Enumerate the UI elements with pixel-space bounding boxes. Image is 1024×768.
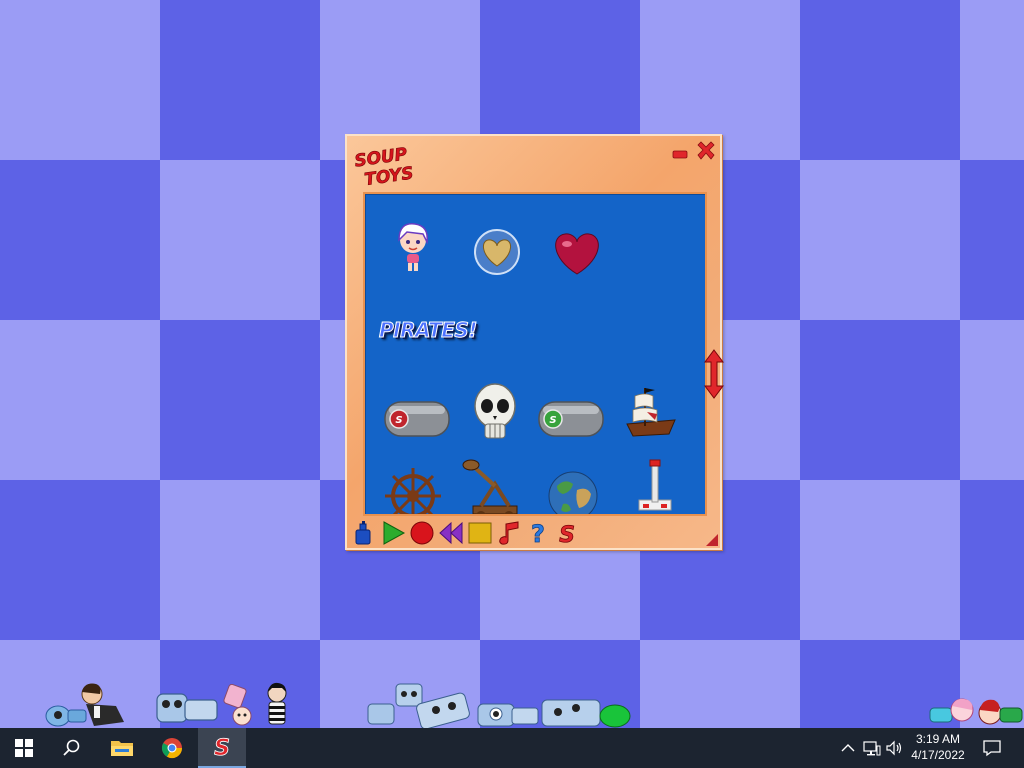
search-icon[interactable] (48, 728, 96, 768)
desktop-tile (800, 480, 960, 640)
soup-logo-icon[interactable]: S (554, 520, 580, 546)
robot-toy-lying-2[interactable] (540, 694, 602, 728)
volume-icon[interactable] (884, 738, 904, 758)
red-cannon-toy-icon[interactable]: S (373, 382, 453, 452)
rewind-icon[interactable] (438, 520, 464, 546)
desktop-tile (0, 320, 160, 480)
desktop-tile (0, 480, 160, 640)
desktop-tile (800, 160, 960, 320)
striped-shirt-boy-toy[interactable] (262, 682, 292, 728)
desktop-tile (160, 320, 320, 480)
toy-palette[interactable]: PIRATES! S S (363, 192, 707, 516)
svg-text:S: S (549, 415, 556, 426)
desktop-tile (160, 0, 320, 160)
red-heart-toy-icon[interactable] (537, 214, 617, 284)
network-icon[interactable] (862, 738, 882, 758)
resize-vertical-arrow[interactable] (703, 348, 725, 400)
soup-toys-app-icon[interactable]: S (198, 728, 246, 768)
file-explorer-icon[interactable] (98, 728, 146, 768)
desktop-tile (960, 480, 1024, 640)
desktop-tile (960, 320, 1024, 480)
robot-pile-toys[interactable] (366, 676, 476, 728)
close-button[interactable] (695, 140, 717, 162)
notification-icon[interactable] (982, 738, 1002, 758)
desktop-tile (640, 640, 800, 728)
clock-date: 4/17/2022 (911, 748, 965, 762)
girl-toy-icon[interactable] (377, 214, 457, 284)
desktop-tile (0, 0, 160, 160)
help-icon[interactable]: ? (525, 520, 551, 546)
desktop-tile (800, 0, 960, 160)
robot-toy-lying[interactable] (155, 686, 221, 728)
pink-doll-toy[interactable] (218, 684, 262, 728)
skull-toy-icon[interactable] (455, 378, 535, 448)
desktop-tile (960, 160, 1024, 320)
record-icon[interactable] (409, 520, 435, 546)
music-icon[interactable] (496, 520, 522, 546)
catapult-toy-icon[interactable] (455, 456, 535, 516)
desktop-tile (160, 160, 320, 320)
svg-text:S: S (559, 523, 575, 546)
play-icon[interactable] (380, 520, 406, 546)
desktop-tile (800, 320, 960, 480)
svg-text:S: S (395, 415, 402, 426)
clock-time: 3:19 AM (915, 732, 961, 746)
minimize-button[interactable] (672, 150, 688, 159)
system-clock[interactable]: 3:19 AM 4/17/2022 (906, 731, 970, 765)
green-cannon-toy-icon[interactable]: S (533, 382, 613, 452)
desktop-tile (960, 0, 1024, 160)
pirates-section-label: PIRATES! (379, 318, 478, 343)
robot-toy-fallen[interactable] (476, 694, 540, 728)
lever-toy-icon[interactable] (615, 456, 695, 516)
taskbar: S 3:19 AM 4/17/2022 (0, 728, 1024, 768)
red-hair-doll-toy-lying[interactable] (976, 698, 1024, 728)
chevron-up-icon[interactable] (838, 738, 858, 758)
globe-toy-icon[interactable] (533, 460, 613, 516)
soup-toys-logo: SOUP TOYS (353, 144, 415, 188)
pirate-ship-toy-icon[interactable] (611, 380, 691, 450)
svg-text:S: S (214, 736, 230, 759)
man-in-suit-toy[interactable] (72, 682, 128, 728)
chrome-icon[interactable] (148, 728, 196, 768)
svg-text:?: ? (531, 520, 545, 546)
soup-toys-window[interactable]: SOUP TOYS PIRATES! S S ? S (345, 134, 725, 550)
stop-icon[interactable] (467, 520, 493, 546)
spray-can-icon[interactable] (351, 520, 377, 546)
pink-girl-toy-lying[interactable] (928, 696, 978, 728)
ship-wheel-toy-icon[interactable] (373, 460, 453, 516)
toy-toolbar: ? S (351, 519, 591, 547)
windows-start-icon[interactable] (0, 728, 48, 768)
desktop-tile (0, 160, 160, 320)
gold-heart-toy-icon[interactable] (457, 214, 537, 284)
desktop-tile (160, 480, 320, 640)
green-blob-toy[interactable] (598, 700, 632, 728)
resize-corner-grip[interactable] (706, 534, 718, 546)
